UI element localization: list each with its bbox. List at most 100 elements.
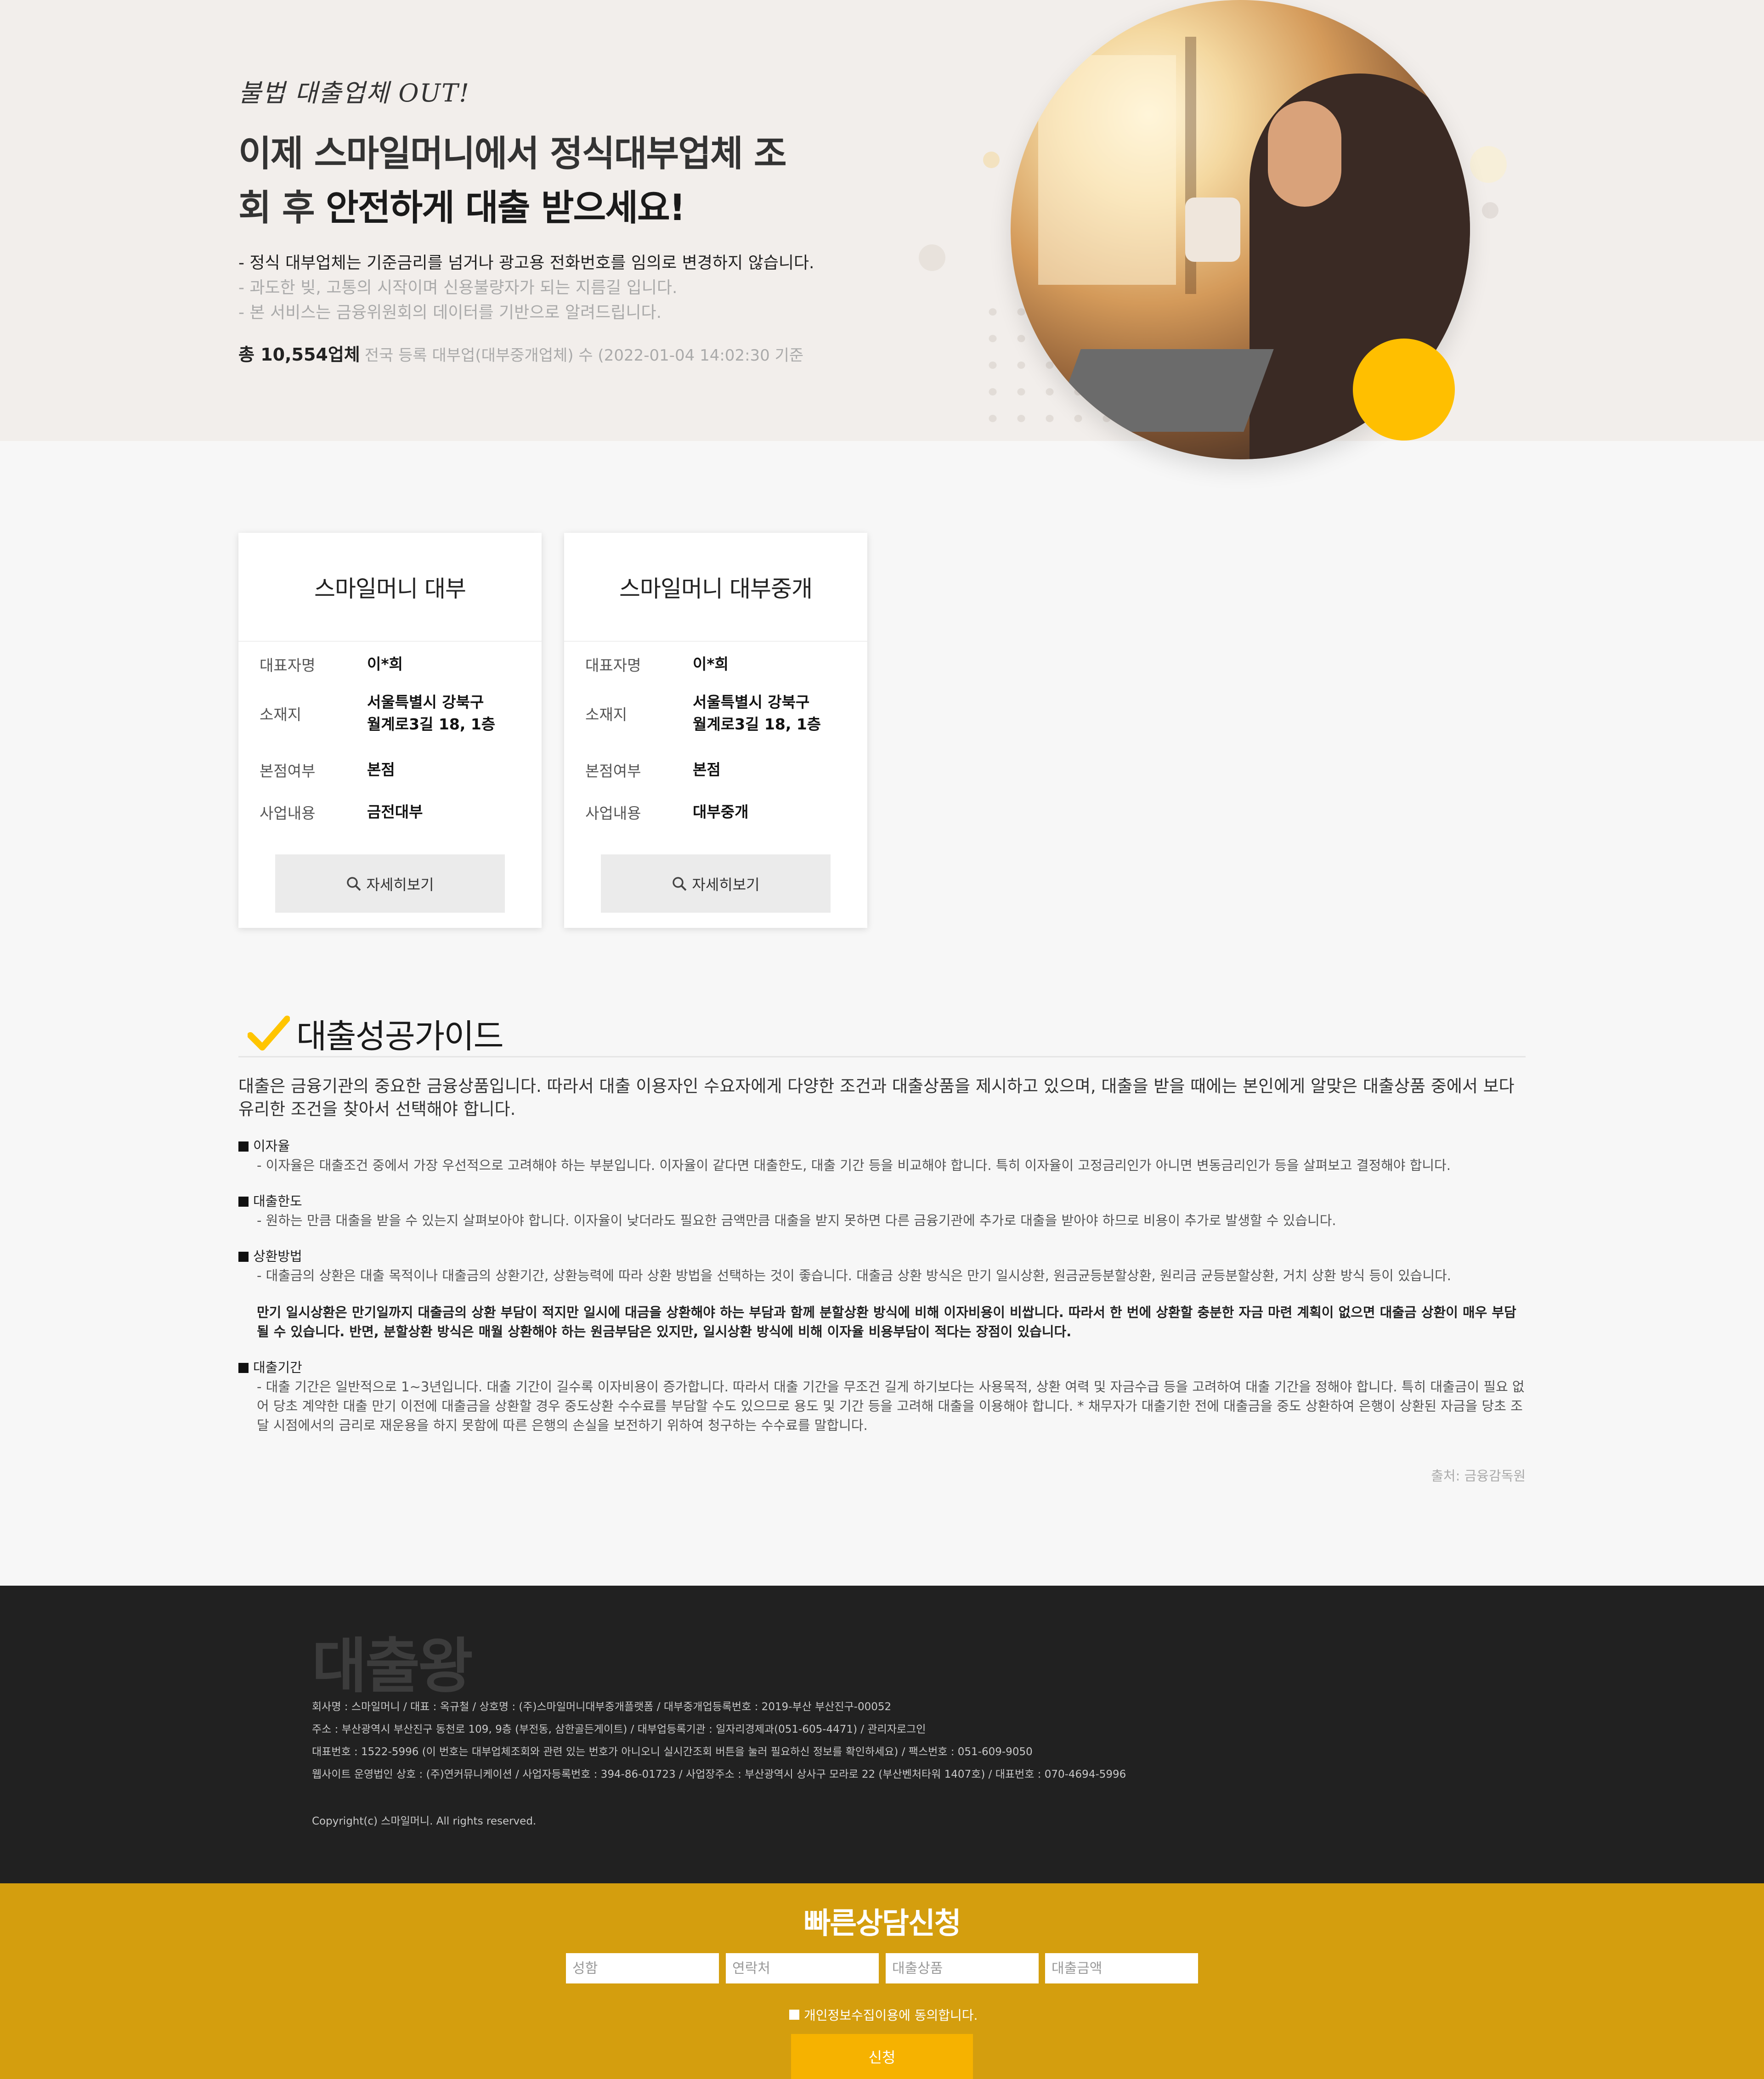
guide-section-desc: - 대출 기간은 일반적으로 1~3년입니다. 대출 기간이 길수록 이자비용이…: [257, 1379, 1525, 1433]
hero-notice-line2: - 과도한 빚, 고통의 시작이며 신용불량자가 되는 지름길 입니다.: [238, 278, 678, 297]
hero-title-line2-bold: 안전하게 대출 받으세요!: [325, 187, 685, 229]
footer-company-info: 회사명 : 스마일머니 / 대표 : 옥규철 / 상호명 : (주)스마일머니대…: [312, 1696, 1126, 1786]
card-label: 본점여부: [260, 762, 316, 780]
card-address-line1: 서울특별시 강북구: [693, 693, 810, 711]
deco-circle: [1470, 146, 1507, 183]
detail-button[interactable]: 자세히보기: [601, 854, 831, 913]
agree-checkbox[interactable]: [789, 2010, 799, 2020]
card-row-address: 소재지 서울특별시 강북구 월계로3길 18, 1층: [260, 691, 495, 735]
card-label: 사업내용: [260, 804, 316, 822]
detail-button[interactable]: 자세히보기: [275, 854, 505, 913]
card-row-address: 소재지 서울특별시 강북구 월계로3길 18, 1층: [585, 691, 821, 735]
footer-info-line: 웹사이트 운영법인 상호 : (주)연커뮤니케이션 / 사업자등록번호 : 39…: [312, 1768, 1126, 1780]
guide-section-interest: 이자율 - 이자율은 대출조건 중에서 가장 우선적으로 고려해야 하는 부분입…: [238, 1136, 1526, 1175]
hero-notice-line1: - 정식 대부업체는 기준금리를 넘거나 광고용 전화번호를 임의로 변경하지 …: [238, 254, 814, 272]
detail-button-label: 자세히보기: [366, 876, 434, 893]
guide-header: 대출성공가이드: [238, 1011, 1526, 1057]
card-address-line1: 서울특별시 강북구: [367, 693, 484, 711]
card-row-rep: 대표자명 이*희: [260, 653, 403, 675]
card-title: 스마일머니 대부중개: [564, 533, 867, 642]
deco-circle: [1482, 202, 1498, 219]
card-value: 서울특별시 강북구 월계로3길 18, 1층: [693, 691, 821, 735]
guide-section-bold-note: 만기 일시상환은 만기일까지 대출금의 상환 부담이 적지만 일시에 대금을 상…: [257, 1305, 1516, 1339]
hero-section: 불법 대출업체 OUT! 이제 스마일머니에서 정식대부업체 조 회 후 안전하…: [0, 0, 1764, 459]
guide-section-title-text: 이자율: [253, 1138, 290, 1154]
hero-title-line2-prefix: 회 후: [238, 187, 326, 229]
card-value: 대부중개: [693, 803, 749, 821]
square-bullet-icon: [238, 1141, 249, 1152]
loan-guide-section: 대출성공가이드 대출은 금융기관의 중요한 금융상품입니다. 따라서 대출 이용…: [238, 1011, 1526, 1485]
footer-info-line: 회사명 : 스마일머니 / 대표 : 옥규철 / 상호명 : (주)스마일머니대…: [312, 1701, 892, 1713]
phone-input[interactable]: [726, 1953, 879, 1983]
search-icon: [347, 876, 361, 891]
detail-button-label: 자세히보기: [692, 876, 760, 893]
company-count-value: 총 10,554업체: [238, 345, 360, 365]
company-card-loan: 스마일머니 대부 대표자명 이*희 소재지 서울특별시 강북구 월계로3길 18…: [238, 533, 542, 928]
deco-circle: [919, 244, 945, 271]
card-label: 소재지: [585, 706, 628, 723]
footer: 대출왕 회사명 : 스마일머니 / 대표 : 옥규철 / 상호명 : (주)스마…: [0, 1586, 1764, 1883]
card-value: 서울특별시 강북구 월계로3길 18, 1층: [367, 691, 495, 735]
hero-title-line1: 이제 스마일머니에서 정식대부업체 조: [238, 133, 787, 175]
card-value: 이*희: [367, 655, 403, 673]
deco-circle: [983, 152, 1000, 168]
loan-product-input[interactable]: [886, 1953, 1039, 1983]
quick-consult-bar: 빠른상담신청 개인정보수집이용에 동의합니다. 신청: [0, 1883, 1764, 2079]
submit-button[interactable]: 신청: [791, 2034, 973, 2079]
square-bullet-icon: [238, 1363, 249, 1373]
checkmark-icon: [248, 1015, 290, 1051]
guide-intro: 대출은 금융기관의 중요한 금융상품입니다. 따라서 대출 이용자인 수요자에게…: [238, 1076, 1515, 1119]
guide-section-repayment: 상환방법 - 대출금의 상환은 대출 목적이나 대출금의 상환기간, 상환능력에…: [238, 1247, 1526, 1341]
card-value: 금전대부: [367, 803, 423, 821]
hero-notice: - 정식 대부업체는 기준금리를 넘거나 광고용 전화번호를 임의로 변경하지 …: [238, 251, 814, 325]
card-address-line2: 월계로3길 18, 1층: [693, 715, 821, 733]
footer-info-line: 주소 : 부산광역시 부산진구 동천로 109, 9층 (부전동, 삼한골든게이…: [312, 1723, 926, 1735]
company-card-broker: 스마일머니 대부중개 대표자명 이*희 소재지 서울특별시 강북구 월계로3길 …: [564, 533, 867, 928]
card-value: 본점: [693, 761, 721, 779]
guide-section-title: 상환방법: [238, 1247, 1526, 1266]
guide-section-desc: - 원하는 만큼 대출을 받을 수 있는지 살펴보아야 합니다. 이자율이 낮더…: [257, 1213, 1336, 1228]
square-bullet-icon: [238, 1252, 249, 1262]
company-count-note: 전국 등록 대부업(대부중개업체) 수 (2022-01-04 14:02:30…: [364, 346, 804, 365]
guide-section-title-text: 대출한도: [253, 1193, 302, 1209]
privacy-agree[interactable]: 개인정보수집이용에 동의합니다.: [789, 2006, 978, 2024]
photo-window: [1038, 55, 1176, 285]
card-label: 대표자명: [260, 656, 316, 674]
hero-title: 이제 스마일머니에서 정식대부업체 조 회 후 안전하게 대출 받으세요!: [238, 127, 790, 235]
card-row-branch: 본점여부 본점: [260, 759, 395, 781]
card-value: 이*희: [693, 655, 729, 673]
footer-copyright: Copyright(c) 스마일머니. All rights reserved.: [312, 1815, 537, 1827]
card-title: 스마일머니 대부: [238, 533, 542, 642]
name-input[interactable]: [566, 1953, 719, 1983]
yellow-accent-circle: [1353, 339, 1455, 441]
guide-section-period: 대출기간 - 대출 기간은 일반적으로 1~3년입니다. 대출 기간이 길수록 …: [238, 1358, 1526, 1435]
guide-section-title: 대출한도: [238, 1192, 1526, 1211]
card-label: 대표자명: [585, 656, 641, 674]
search-icon: [673, 876, 687, 891]
hero-notice-line3: - 본 서비스는 금융위원회의 데이터를 기반으로 알려드립니다.: [238, 303, 662, 322]
footer-logo: 대출왕: [312, 1631, 473, 1701]
guide-section-desc: - 대출금의 상환은 대출 목적이나 대출금의 상환기간, 상환능력에 따라 상…: [257, 1268, 1451, 1283]
guide-source: 출처: 금융감독원: [1431, 1468, 1526, 1484]
card-row-business: 사업내용 금전대부: [260, 801, 423, 823]
footer-info-line: 대표번호 : 1522-5996 (이 번호는 대부업체조회와 관련 있는 번호…: [312, 1746, 1033, 1758]
guide-title: 대출성공가이드: [296, 1017, 504, 1056]
photo-face: [1268, 101, 1341, 207]
square-bullet-icon: [238, 1197, 249, 1207]
guide-section-title: 대출기간: [238, 1358, 1526, 1377]
photo-mug: [1185, 198, 1240, 262]
card-row-rep: 대표자명 이*희: [585, 653, 729, 675]
guide-section-desc: - 이자율은 대출조건 중에서 가장 우선적으로 고려해야 하는 부분입니다. …: [257, 1158, 1451, 1173]
hero-tagline: 불법 대출업체 OUT!: [238, 79, 470, 107]
hero-company-count: 총 10,554업체 전국 등록 대부업(대부중개업체) 수 (2022-01-0…: [238, 340, 803, 366]
guide-section-title-text: 대출기간: [253, 1360, 302, 1375]
card-label: 본점여부: [585, 762, 641, 780]
guide-section-title-text: 상환방법: [253, 1249, 302, 1264]
card-address-line2: 월계로3길 18, 1층: [367, 715, 496, 733]
loan-amount-input[interactable]: [1045, 1953, 1198, 1983]
card-row-business: 사업내용 대부중개: [585, 801, 748, 823]
consult-title: 빠른상담신청: [803, 1907, 961, 1941]
guide-section-limit: 대출한도 - 원하는 만큼 대출을 받을 수 있는지 살펴보아야 합니다. 이자…: [238, 1192, 1526, 1230]
photo-laptop: [1051, 349, 1274, 432]
guide-section-title: 이자율: [238, 1136, 1526, 1156]
